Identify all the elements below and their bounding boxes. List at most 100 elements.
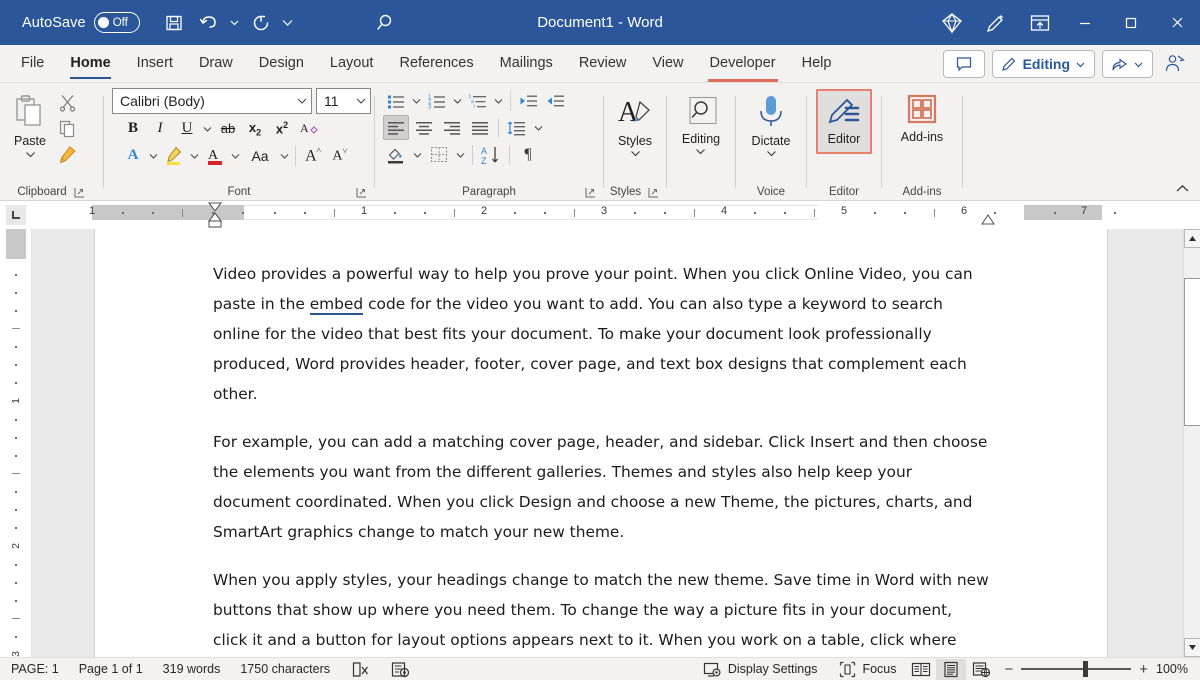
autosave-toggle[interactable]: Off (94, 12, 140, 33)
clipboard-dialog-launcher[interactable] (73, 186, 86, 199)
editor-marked-word[interactable]: embed (310, 295, 363, 315)
page-indicator[interactable]: PAGE: 1 (0, 658, 69, 680)
font-color-button[interactable]: A (202, 143, 228, 168)
tab-file[interactable]: File (8, 44, 57, 82)
focus-button[interactable]: Focus (827, 658, 906, 680)
comments-button[interactable] (943, 50, 985, 78)
bullets-dropdown[interactable] (410, 88, 423, 113)
display-settings-button[interactable]: Display Settings (693, 658, 828, 680)
grow-font-button[interactable]: A^ (300, 143, 326, 168)
tab-design[interactable]: Design (246, 44, 317, 82)
justify-button[interactable] (467, 115, 493, 140)
close-button[interactable] (1154, 0, 1200, 45)
save-button[interactable] (158, 7, 190, 39)
multilevel-list-button[interactable]: 1 a i (465, 88, 491, 113)
web-layout-view-button[interactable] (966, 659, 996, 680)
format-painter-button[interactable] (54, 142, 80, 167)
zoom-out-button[interactable]: − (1004, 662, 1013, 677)
read-mode-view-button[interactable] (906, 659, 936, 680)
paste-button[interactable]: Paste (6, 88, 54, 160)
editing-button[interactable]: Editing (676, 93, 726, 157)
shrink-font-button[interactable]: A˅ (327, 143, 353, 168)
dictate-button[interactable]: Dictate (746, 91, 797, 159)
minimize-button[interactable] (1062, 0, 1108, 45)
search-button[interactable] (375, 11, 399, 35)
tab-review[interactable]: Review (566, 44, 640, 82)
sort-button[interactable]: A Z (478, 142, 504, 167)
zoom-slider[interactable]: − + (996, 662, 1156, 677)
text-highlight-color-button[interactable] (161, 143, 187, 168)
tab-layout[interactable]: Layout (317, 44, 387, 82)
document-page[interactable]: Video provides a powerful way to help yo… (95, 229, 1107, 657)
scrollbar-thumb[interactable] (1184, 278, 1200, 426)
align-right-button[interactable] (439, 115, 465, 140)
scroll-up-button[interactable] (1184, 229, 1200, 248)
shading-button[interactable] (383, 142, 409, 167)
tab-stop-selector[interactable] (0, 201, 32, 229)
editor-button[interactable]: Editor (816, 89, 872, 154)
align-center-button[interactable] (411, 115, 437, 140)
collaborate-button[interactable] (1160, 50, 1190, 78)
zoom-thumb[interactable] (1083, 661, 1088, 677)
page-of-indicator[interactable]: Page 1 of 1 (69, 658, 153, 680)
undo-button[interactable] (192, 7, 224, 39)
increase-indent-button[interactable] (543, 88, 569, 113)
font-size-box[interactable]: 11 (316, 88, 371, 114)
ribbon-display-options-icon[interactable] (1018, 0, 1062, 45)
vertical-scrollbar[interactable] (1183, 229, 1200, 657)
font-name-box[interactable]: Calibri (Body) (112, 88, 312, 114)
font-dialog-launcher[interactable] (355, 186, 368, 199)
character-count[interactable]: 1750 characters (230, 658, 340, 680)
tab-developer[interactable]: Developer (697, 44, 789, 82)
bullets-button[interactable] (383, 88, 409, 113)
line-spacing-dropdown[interactable] (532, 115, 545, 140)
collapse-ribbon-button[interactable] (1172, 180, 1192, 198)
word-count[interactable]: 319 words (153, 658, 231, 680)
tab-view[interactable]: View (639, 44, 696, 82)
text-effects-button[interactable]: A (120, 143, 146, 168)
styles-button[interactable]: A Styles (608, 93, 662, 159)
tab-insert[interactable]: Insert (124, 44, 186, 82)
styles-dialog-launcher[interactable] (647, 186, 660, 199)
customize-qat-button[interactable] (279, 7, 296, 39)
tab-mailings[interactable]: Mailings (487, 44, 566, 82)
underline-button[interactable]: U (174, 116, 200, 141)
line-spacing-button[interactable] (504, 115, 530, 140)
zoom-level[interactable]: 100% (1156, 662, 1200, 676)
numbering-button[interactable]: 1 2 3 (424, 88, 450, 113)
highlight-dropdown[interactable] (188, 143, 201, 168)
editing-mode-button[interactable]: Editing (992, 50, 1095, 78)
superscript-button[interactable]: x2 (269, 116, 295, 141)
borders-dropdown[interactable] (454, 142, 467, 167)
tab-draw[interactable]: Draw (186, 44, 246, 82)
font-color-dropdown[interactable] (229, 143, 242, 168)
accessibility-status[interactable] (380, 658, 420, 680)
subscript-button[interactable]: x2 (242, 116, 268, 141)
scroll-down-button[interactable] (1184, 638, 1200, 657)
cut-button[interactable] (54, 90, 80, 115)
undo-dropdown[interactable] (226, 7, 243, 39)
horizontal-ruler[interactable]: 1 1 2 3 4 5 6 7 (32, 201, 1200, 229)
change-case-dropdown[interactable] (278, 143, 291, 168)
tab-help[interactable]: Help (789, 44, 845, 82)
copy-button[interactable] (54, 116, 80, 141)
print-layout-view-button[interactable] (936, 659, 966, 680)
zoom-in-button[interactable]: + (1139, 662, 1148, 677)
borders-button[interactable] (426, 142, 452, 167)
first-line-indent-marker[interactable] (206, 202, 224, 228)
document-body-text[interactable]: Video provides a powerful way to help yo… (95, 229, 1107, 657)
pen-sparkle-icon[interactable] (974, 0, 1018, 45)
change-case-button[interactable]: Aa (243, 143, 277, 168)
clear-formatting-button[interactable]: A (296, 116, 322, 141)
strikethrough-button[interactable]: ab (215, 116, 241, 141)
align-left-button[interactable] (383, 115, 409, 140)
diamond-icon[interactable] (930, 0, 974, 45)
underline-dropdown[interactable] (201, 116, 214, 141)
decrease-indent-button[interactable] (516, 88, 542, 113)
tab-home[interactable]: Home (57, 44, 123, 82)
share-button[interactable] (1102, 50, 1153, 78)
add-ins-button[interactable]: Add-ins (895, 91, 949, 144)
text-effects-dropdown[interactable] (147, 143, 160, 168)
bold-button[interactable]: B (120, 116, 146, 141)
autosave-control[interactable]: AutoSave Off (22, 12, 140, 33)
